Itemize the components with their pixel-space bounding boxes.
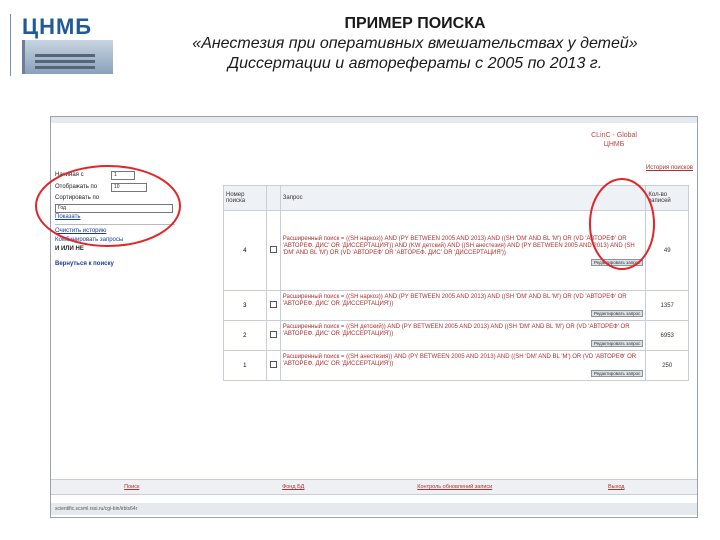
search-history-screenshot: CLinC - Global ЦНМБ История поисков Начи… <box>50 116 698 518</box>
row-query: Расширенный поиск = ((SH детский)) AND (… <box>279 320 647 351</box>
header-divider <box>10 14 11 76</box>
history-link[interactable]: История поисков <box>646 165 693 171</box>
checkbox-icon[interactable] <box>269 331 277 338</box>
col-query: Запрос <box>279 185 647 211</box>
nav-updates[interactable]: Контроль обновлений записи <box>374 480 536 494</box>
edit-query-button[interactable]: Редактировать запрос <box>590 258 644 266</box>
row-count: 1357 <box>645 290 689 321</box>
query-text[interactable]: Расширенный поиск = ((SH наркоз)) AND (P… <box>283 294 644 308</box>
logo-building-icon <box>22 40 113 74</box>
table-row: 3 Расширенный поиск = ((SH наркоз)) AND … <box>223 290 689 321</box>
combine-queries-link[interactable]: Комбинировать запросы <box>55 236 181 245</box>
row-num: 2 <box>223 320 267 351</box>
brand-label: CLinC - Global ЦНМБ <box>591 131 637 149</box>
nav-search[interactable]: Поиск <box>51 480 213 494</box>
row-checkbox[interactable] <box>265 290 281 321</box>
clear-history-link[interactable]: Очистить историю <box>55 227 181 236</box>
page-subtitle: «Анестезия при оперативных вмешательства… <box>192 35 638 52</box>
row-query: Расширенный поиск = ((SH наркоз)) AND (P… <box>279 290 647 321</box>
checkbox-icon[interactable] <box>269 361 277 368</box>
back-to-search-link[interactable]: Вернуться к поиску <box>55 260 181 269</box>
table-header: Номер поиска Запрос Кол-во записей <box>223 185 689 211</box>
bottom-nav: Поиск Фонд БД Контроль обновлений записи… <box>51 479 697 495</box>
browser-topbar <box>51 117 697 123</box>
edit-query-button[interactable]: Редактировать запрос <box>590 370 644 377</box>
table-row: 1 Расширенный поиск = ((SH анестезия)) A… <box>223 350 689 381</box>
nav-exit[interactable]: Выход <box>536 480 698 494</box>
show-button[interactable]: Показать <box>55 213 181 222</box>
row-count: 49 <box>645 210 689 291</box>
query-text[interactable]: Расширенный поиск = ((SH анестезия)) AND… <box>283 354 644 368</box>
row-num: 1 <box>223 350 267 381</box>
perpage-select[interactable]: 10 <box>111 182 147 192</box>
left-panel: Начиная с 1 Отображать по 10 Сортировать… <box>55 169 181 269</box>
edit-query-button[interactable]: Редактировать запрос <box>590 340 644 347</box>
perpage-row: Отображать по 10 <box>55 181 181 193</box>
row-num: 3 <box>223 290 267 321</box>
title-block: ПРИМЕР ПОИСКА «Анестезия при оперативных… <box>120 14 710 74</box>
start-input[interactable]: 1 <box>111 170 135 180</box>
col-count: Кол-во записей <box>645 185 689 211</box>
divider <box>55 224 175 225</box>
brand-sub: ЦНМБ <box>603 141 625 148</box>
status-bar: scientific.scsml.rssi.ru/cgi-bin/irbis64… <box>51 503 697 515</box>
table-row: 2 Расширенный поиск = ((SH детский)) AND… <box>223 320 689 351</box>
col-num: Номер поиска <box>223 185 267 211</box>
brand-name: CLinC - Global <box>591 132 637 139</box>
row-num: 4 <box>223 210 267 291</box>
start-label: Начиная с <box>55 172 84 178</box>
nav-fund[interactable]: Фонд БД <box>213 480 375 494</box>
checkbox-icon[interactable] <box>269 246 277 253</box>
page-title: ПРИМЕР ПОИСКА <box>344 15 486 32</box>
sort-label: Сортировать по <box>55 195 100 201</box>
row-count: 6953 <box>645 320 689 351</box>
checkbox-icon[interactable] <box>269 301 277 308</box>
logo: ЦНМБ <box>14 12 113 76</box>
row-checkbox[interactable] <box>265 320 281 351</box>
row-query: Расширенный поиск = ((SH анестезия)) AND… <box>279 350 647 381</box>
boolean-operators[interactable]: И ИЛИ НЕ <box>55 245 181 254</box>
row-checkbox[interactable] <box>265 210 281 291</box>
page-subtitle-2: Диссертации и авторефераты с 2005 по 201… <box>227 55 603 72</box>
start-row: Начиная с 1 <box>55 169 181 181</box>
logo-text: ЦНМБ <box>22 14 93 39</box>
perpage-label: Отображать по <box>55 184 98 190</box>
query-text[interactable]: Расширенный поиск = ((SH детский)) AND (… <box>283 324 644 338</box>
table-row: 4 Расширенный поиск = ((SH наркоз)) AND … <box>223 210 689 291</box>
row-query: Расширенный поиск = ((SH наркоз)) AND (P… <box>279 210 647 291</box>
edit-query-button[interactable]: Редактировать запрос <box>590 310 644 317</box>
row-count: 250 <box>645 350 689 381</box>
query-text[interactable]: Расширенный поиск = ((SH наркоз)) AND (P… <box>283 236 644 257</box>
sort-select[interactable]: Год <box>55 204 173 213</box>
history-table: Номер поиска Запрос Кол-во записей 4 Рас… <box>223 185 689 381</box>
row-checkbox[interactable] <box>265 350 281 381</box>
col-check <box>265 185 281 211</box>
